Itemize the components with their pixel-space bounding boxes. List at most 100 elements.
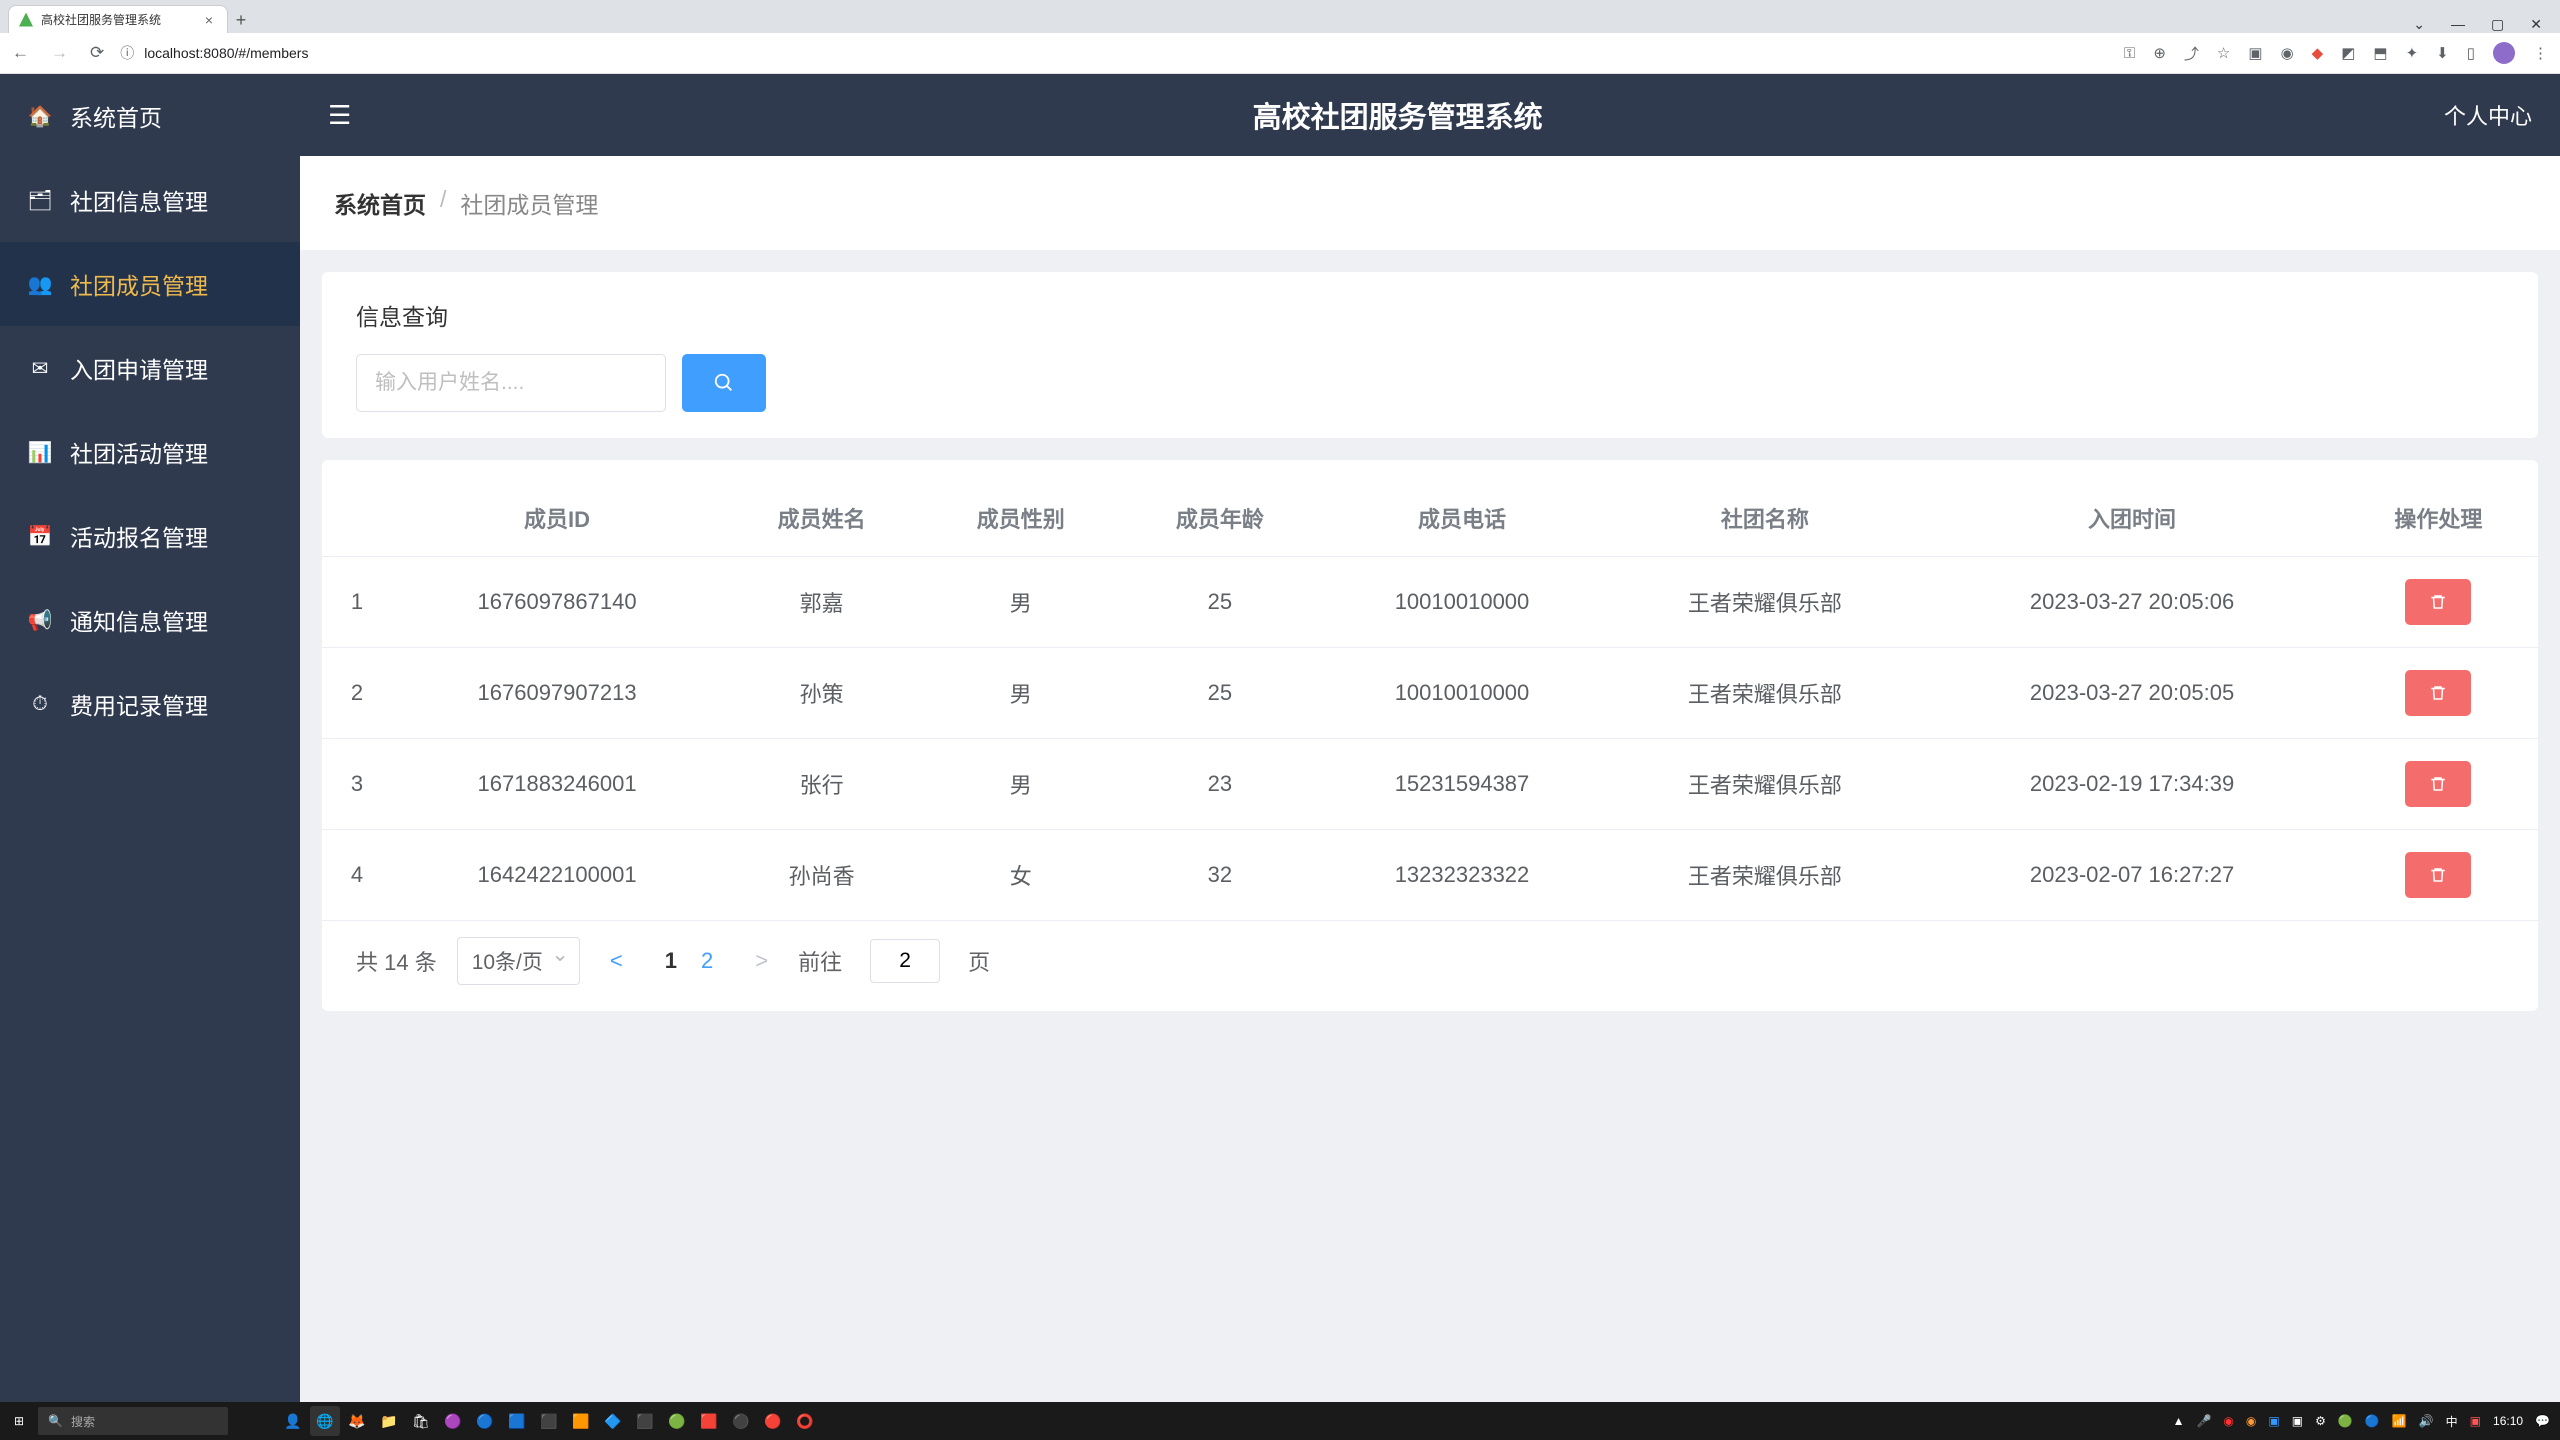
- user-center-link[interactable]: 个人中心: [2444, 99, 2532, 131]
- page-number[interactable]: 1: [653, 948, 689, 973]
- tray-i7-icon[interactable]: 🔵: [2365, 1414, 2380, 1428]
- share-icon[interactable]: ⤴: [2184, 43, 2199, 64]
- sidebar-item-6[interactable]: 📢通知信息管理: [0, 578, 300, 662]
- tray-mic-icon[interactable]: 🎤: [2196, 1414, 2211, 1428]
- taskbar-chrome-icon[interactable]: 🌐: [310, 1406, 340, 1436]
- ext4-icon[interactable]: ◩: [2341, 44, 2355, 62]
- prev-page-button[interactable]: <: [600, 948, 633, 974]
- sidebar-item-2[interactable]: 👥社团成员管理: [0, 242, 300, 326]
- profile-avatar[interactable]: [2493, 42, 2515, 64]
- taskbar-app7-icon[interactable]: 🟥: [694, 1406, 724, 1436]
- star-icon[interactable]: ☆: [2217, 44, 2230, 62]
- tray-wifi-icon[interactable]: 📶: [2392, 1414, 2407, 1428]
- taskbar-search-text: 搜索: [71, 1413, 95, 1430]
- sidebar-icon: ⏱: [28, 693, 52, 716]
- extensions-icon[interactable]: ✦: [2406, 44, 2419, 62]
- table-cell: 男: [921, 557, 1120, 648]
- menu-icon[interactable]: ⋮: [2533, 44, 2548, 62]
- taskbar-app8-icon[interactable]: ⚫: [726, 1406, 756, 1436]
- reload-icon[interactable]: ⟳: [90, 43, 104, 63]
- tray-i6-icon[interactable]: 🟢: [2338, 1414, 2353, 1428]
- url-box[interactable]: ⓘ localhost:8080/#/members: [120, 43, 308, 63]
- table-cell: 1671883246001: [392, 739, 722, 830]
- table-cell: 1676097907213: [392, 648, 722, 739]
- delete-button[interactable]: [2405, 670, 2471, 716]
- start-button[interactable]: ⊞: [0, 1402, 38, 1440]
- key-icon[interactable]: ⚿: [2124, 45, 2135, 62]
- table-cell: 1676097867140: [392, 557, 722, 648]
- table-cell: 10010010000: [1319, 557, 1604, 648]
- table-cell: 2: [322, 648, 392, 739]
- taskbar-app10-icon[interactable]: ⭕: [790, 1406, 820, 1436]
- taskbar-app1-icon[interactable]: 🟣: [438, 1406, 468, 1436]
- sidebar-item-1[interactable]: 🗂社团信息管理: [0, 158, 300, 242]
- delete-button[interactable]: [2405, 579, 2471, 625]
- sidebar-item-5[interactable]: 📅活动报名管理: [0, 494, 300, 578]
- taskbar-app9-icon[interactable]: 🔴: [758, 1406, 788, 1436]
- url-text: localhost:8080/#/members: [144, 45, 308, 61]
- taskbar-app4-icon[interactable]: 🟧: [566, 1406, 596, 1436]
- window-maximize-icon[interactable]: ▢: [2491, 16, 2504, 33]
- taskbar-cortana-icon[interactable]: 👤: [278, 1406, 308, 1436]
- forward-icon[interactable]: →: [51, 43, 68, 63]
- breadcrumb-home[interactable]: 系统首页: [334, 186, 426, 220]
- tray-i3-icon[interactable]: ▣: [2268, 1414, 2279, 1428]
- taskbar-firefox-icon[interactable]: 🦊: [342, 1406, 372, 1436]
- ext1-icon[interactable]: ▣: [2248, 44, 2262, 62]
- sidebar-icon: 📊: [28, 440, 52, 465]
- window-minimize-icon[interactable]: —: [2451, 16, 2465, 33]
- tray-i1-icon[interactable]: ◉: [2223, 1414, 2233, 1428]
- sidebar-item-3[interactable]: ✉入团申请管理: [0, 326, 300, 410]
- trash-icon: [2429, 684, 2447, 702]
- table-cell: 25: [1120, 557, 1319, 648]
- browser-tab[interactable]: 高校社团服务管理系统 ×: [8, 5, 228, 33]
- download-icon[interactable]: ⬇: [2436, 44, 2449, 62]
- zoom-icon[interactable]: ⊕: [2153, 44, 2166, 62]
- ext5-icon[interactable]: ⬒: [2373, 44, 2387, 62]
- tray-notifications-icon[interactable]: 💬: [2535, 1414, 2550, 1428]
- taskbar-terminal-icon[interactable]: ⬛: [534, 1406, 564, 1436]
- ext3-icon[interactable]: ◆: [2312, 44, 2324, 62]
- ext2-icon[interactable]: ◉: [2281, 44, 2294, 62]
- delete-button[interactable]: [2405, 761, 2471, 807]
- taskbar-app6-icon[interactable]: ⬛: [630, 1406, 660, 1436]
- page-size-select[interactable]: 10条/页: [457, 937, 580, 985]
- taskbar-search[interactable]: 🔍 搜索: [38, 1407, 228, 1435]
- table-cell: 王者荣耀俱乐部: [1604, 830, 1925, 921]
- tray-ime-icon[interactable]: 中: [2446, 1413, 2458, 1430]
- sidebar-icon: 📢: [28, 608, 52, 633]
- tray-i2-icon[interactable]: ◉: [2246, 1414, 2256, 1428]
- tray-i8-icon[interactable]: ▣: [2470, 1414, 2481, 1428]
- window-close-icon[interactable]: ✕: [2530, 16, 2542, 33]
- trash-icon: [2429, 593, 2447, 611]
- back-icon[interactable]: ←: [12, 43, 29, 63]
- tray-up-icon[interactable]: ▲: [2173, 1414, 2185, 1428]
- sidebar-item-7[interactable]: ⏱费用记录管理: [0, 662, 300, 746]
- tray-volume-icon[interactable]: 🔊: [2419, 1414, 2434, 1428]
- search-input[interactable]: [356, 354, 666, 412]
- taskbar-app2-icon[interactable]: 🔵: [470, 1406, 500, 1436]
- panel-icon[interactable]: ▯: [2467, 44, 2475, 62]
- window-more-icon[interactable]: ⌄: [2413, 16, 2425, 33]
- taskbar-app3-icon[interactable]: 🟦: [502, 1406, 532, 1436]
- delete-button[interactable]: [2405, 852, 2471, 898]
- tray-time[interactable]: 16:10: [2493, 1414, 2523, 1428]
- taskbar-app5-icon[interactable]: 🔷: [598, 1406, 628, 1436]
- taskbar-store-icon[interactable]: 🛍: [406, 1406, 436, 1436]
- browser-chrome: 高校社团服务管理系统 × + ⌄ — ▢ ✕ ← → ⟳ ⓘ localhost…: [0, 0, 2560, 74]
- tray-i4-icon[interactable]: ▣: [2292, 1414, 2303, 1428]
- close-tab-icon[interactable]: ×: [205, 12, 213, 28]
- menu-toggle-icon[interactable]: ☰: [328, 100, 351, 131]
- taskbar-files-icon[interactable]: 📁: [374, 1406, 404, 1436]
- tray-i5-icon[interactable]: ⚙: [2315, 1414, 2326, 1428]
- new-tab-button[interactable]: +: [228, 7, 254, 33]
- goto-page-input[interactable]: [870, 939, 940, 983]
- search-button[interactable]: [682, 354, 766, 412]
- goto-label: 前往: [798, 945, 842, 977]
- sidebar-item-4[interactable]: 📊社团活动管理: [0, 410, 300, 494]
- site-info-icon[interactable]: ⓘ: [120, 43, 134, 63]
- taskbar-wechat-icon[interactable]: 🟢: [662, 1406, 692, 1436]
- page-number[interactable]: 2: [689, 948, 725, 973]
- next-page-button[interactable]: >: [745, 948, 778, 974]
- sidebar-item-0[interactable]: 🏠系统首页: [0, 74, 300, 158]
